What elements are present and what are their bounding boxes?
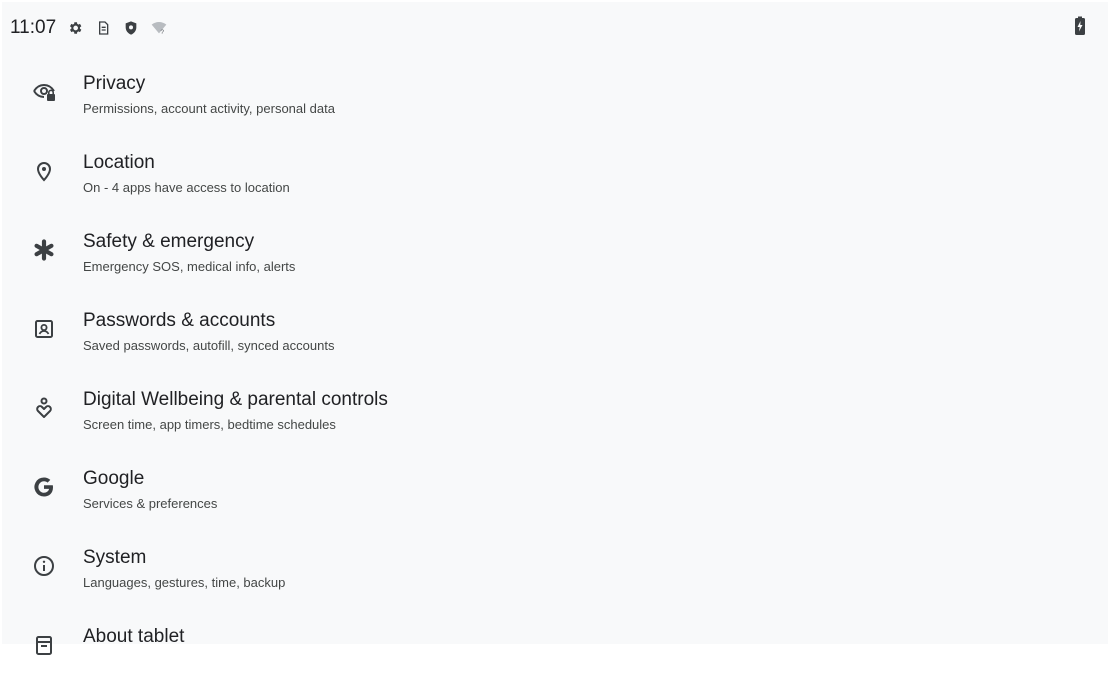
google-g-icon [32, 475, 56, 499]
settings-item-title: Digital Wellbeing & parental controls [83, 389, 388, 410]
svg-text:?: ? [160, 29, 164, 36]
settings-item-subtitle: Languages, gestures, time, backup [83, 575, 286, 590]
settings-item-subtitle: Screen time, app timers, bedtime schedul… [83, 417, 336, 432]
settings-item-subtitle: Emergency SOS, medical info, alerts [83, 259, 296, 274]
sim-icon [94, 19, 112, 37]
wellbeing-icon [32, 396, 56, 420]
gear-icon [66, 19, 84, 37]
settings-item-location[interactable]: Location On - 4 apps have access to loca… [2, 125, 1110, 204]
settings-item-title: Safety & emergency [83, 231, 255, 252]
settings-screen: 11:07 ? Privacy Permissions, account act… [0, 0, 1110, 655]
asterisk-icon [32, 238, 56, 262]
settings-item-subtitle: On - 4 apps have access to location [83, 180, 290, 195]
privacy-icon [32, 80, 56, 104]
settings-item-subtitle: Permissions, account activity, personal … [83, 101, 335, 116]
location-pin-icon [32, 159, 56, 183]
settings-item-title: About tablet [83, 626, 185, 647]
settings-item-passwords-accounts[interactable]: Passwords & accounts Saved passwords, au… [2, 283, 1110, 362]
settings-item-privacy[interactable]: Privacy Permissions, account activity, p… [2, 46, 1110, 125]
settings-item-safety-emergency[interactable]: Safety & emergency Emergency SOS, medica… [2, 204, 1110, 283]
settings-item-title: System [83, 547, 147, 568]
settings-item-digital-wellbeing[interactable]: Digital Wellbeing & parental controls Sc… [2, 362, 1110, 441]
settings-item-about-tablet[interactable]: About tablet [2, 599, 1110, 678]
settings-item-subtitle: Saved passwords, autofill, synced accoun… [83, 338, 335, 353]
wifi-question-icon: ? [150, 19, 168, 37]
tablet-icon [32, 633, 56, 657]
settings-item-title: Passwords & accounts [83, 310, 276, 331]
settings-item-title: Google [83, 468, 145, 489]
status-bar: 11:07 ? [10, 10, 1106, 46]
settings-item-system[interactable]: System Languages, gestures, time, backup [2, 520, 1110, 599]
info-icon [32, 554, 56, 578]
battery-charging-icon [1074, 16, 1086, 41]
settings-item-subtitle: Services & preferences [83, 496, 218, 511]
settings-item-title: Location [83, 152, 155, 173]
account-box-icon [32, 317, 56, 341]
settings-item-google[interactable]: Google Services & preferences [2, 441, 1110, 520]
settings-item-title: Privacy [83, 73, 146, 94]
status-time: 11:07 [10, 17, 57, 38]
shield-icon [122, 19, 140, 37]
settings-list: Privacy Permissions, account activity, p… [2, 46, 1110, 678]
